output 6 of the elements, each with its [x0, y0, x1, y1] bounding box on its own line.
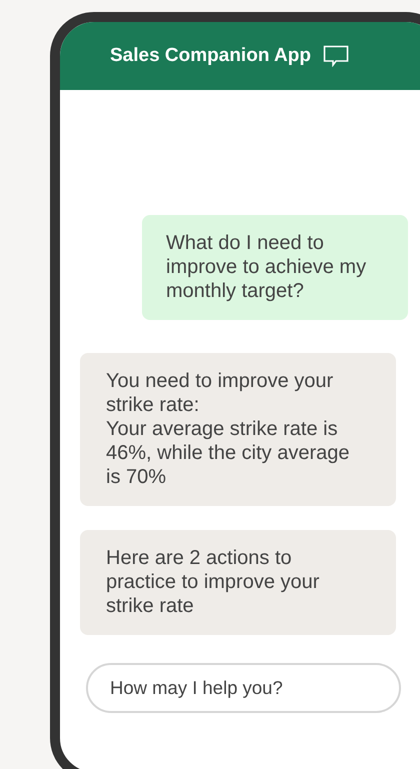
bot-message: Here are 2 actions to practice to improve your strike rate	[80, 530, 396, 635]
user-message: What do I need to improve to achieve my monthly target?	[142, 215, 408, 320]
chat-icon[interactable]	[322, 45, 349, 67]
bot-message: You need to improve your strike rate: Your average strike rate is 46%, while the city average is 70%	[80, 353, 396, 506]
message-input[interactable]: How may I help you?	[86, 663, 401, 713]
app-title: Sales Companion App	[110, 45, 311, 67]
